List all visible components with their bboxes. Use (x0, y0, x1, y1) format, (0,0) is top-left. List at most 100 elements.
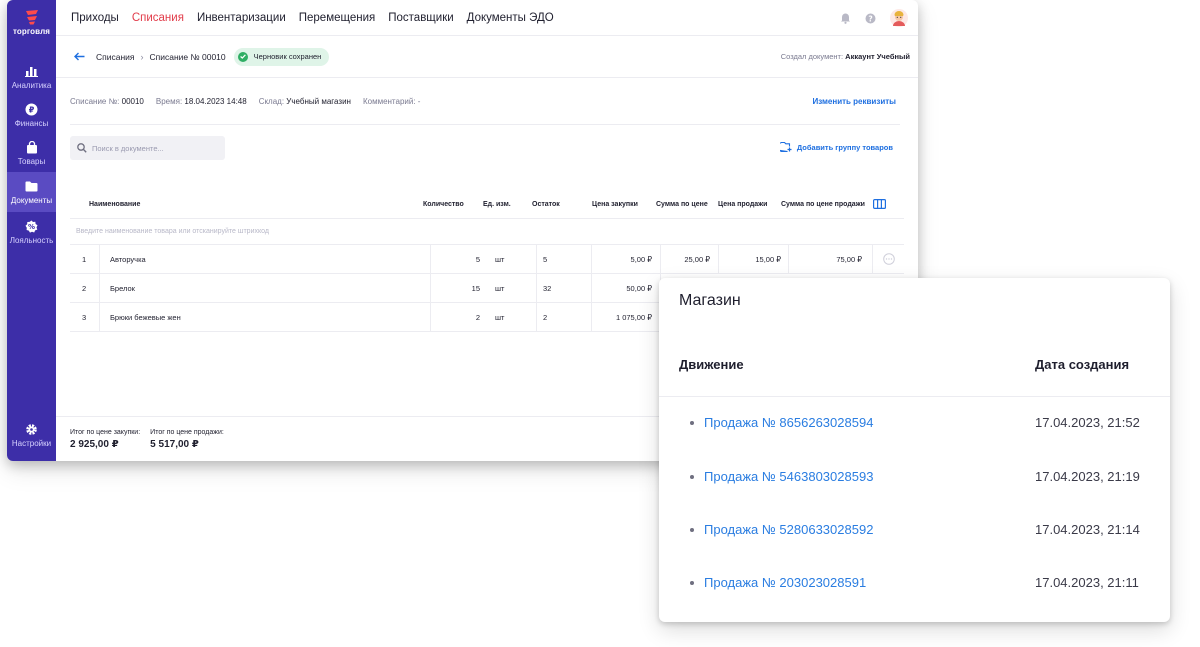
popup-table-header: Движение Дата создания (659, 357, 1170, 397)
created-date: 17.04.2023, 21:19 (1035, 469, 1140, 484)
sidebar-item-label: Документы (10, 196, 53, 205)
cell-divider (872, 245, 873, 273)
cell-divider (430, 274, 431, 302)
table-row[interactable]: 1 Авторучка 5 шт 5 5,00 ₽ 25,00 ₽ 15,00 … (70, 245, 904, 274)
bar-chart-icon (25, 64, 39, 78)
tab-suppliers[interactable]: Поставщики (388, 12, 453, 24)
cell-divider (536, 303, 537, 331)
avatar[interactable] (890, 9, 908, 27)
movement-row: Продажа № 5280633028592 17.04.2023, 21:1… (659, 522, 1170, 542)
buy-sum-cell: 25,00 ₽ (684, 254, 710, 264)
breadcrumb-current: Списание № 00010 (149, 51, 226, 62)
row-number: 2 (82, 283, 87, 293)
movement-row: Продажа № 203023028591 17.04.2023, 21:11 (659, 575, 1170, 595)
cell-divider (99, 245, 100, 273)
add-group-label: Добавить группу товаров (796, 142, 893, 152)
total-sell-value: 5 517,00 ₽ (150, 439, 199, 450)
total-sell: Итог по цене продажи: 5 517,00 ₽ (150, 429, 224, 461)
bell-icon[interactable] (840, 12, 851, 24)
col-name[interactable]: Наименование (89, 190, 140, 218)
sale-link[interactable]: Продажа № 8656263028594 (704, 415, 873, 430)
tab-edo-documents[interactable]: Документы ЭДО (467, 12, 554, 24)
edit-requisites-link[interactable]: Изменить реквизиты (812, 97, 896, 106)
requisite-label: Склад: (258, 96, 285, 106)
buy-price-cell[interactable]: 50,00 ₽ (590, 274, 652, 302)
cell-divider (430, 245, 431, 273)
chevron-right-icon: › (140, 51, 144, 62)
store-movements-popup: Магазин Движение Дата создания Продажа №… (659, 278, 1170, 622)
total-buy-label: Итог по цене закупки: (70, 429, 141, 436)
requisite-warehouse: Склад: Учебный магазин (259, 97, 351, 106)
sidebar-item-finance[interactable]: ₽ Финансы (7, 96, 56, 134)
sidebar-item-analytics[interactable]: Аналитика (7, 58, 56, 96)
row-menu-icon[interactable] (883, 245, 895, 273)
created-date: 17.04.2023, 21:52 (1035, 415, 1140, 430)
sidebar-item-settings[interactable]: Настройки (7, 413, 56, 457)
sell-sum-cell: 75,00 ₽ (836, 254, 862, 264)
requisite-value: - (417, 96, 421, 106)
col-unit[interactable]: Ед. изм. (483, 190, 511, 218)
row-number: 3 (82, 312, 87, 322)
search-box[interactable] (70, 136, 225, 160)
svg-text:₽: ₽ (29, 105, 35, 114)
sell-price-cell[interactable]: 15,00 ₽ (718, 245, 781, 273)
sidebar-item-goods[interactable]: Товары (7, 134, 56, 172)
barcode-input-row[interactable]: Введите наименование товара или отсканир… (70, 218, 904, 245)
requisite-value: 00010 (121, 96, 144, 106)
sale-link[interactable]: Продажа № 5463803028593 (704, 469, 873, 484)
sale-link[interactable]: Продажа № 5280633028592 (704, 522, 873, 537)
bullet (690, 421, 694, 425)
requisite-value: 18.04.2023 14:48 (184, 96, 247, 106)
sidebar-item-label: Товары (17, 157, 46, 166)
sidebar-item-documents[interactable]: Документы (7, 172, 56, 212)
created-date: 17.04.2023, 21:11 (1035, 575, 1139, 590)
percent-badge-icon: % (25, 219, 39, 233)
sidebar-item-loyalty[interactable]: % Лояльность (7, 212, 56, 252)
col-buy-price[interactable]: Цена закупки (592, 190, 638, 218)
quantity-cell[interactable]: 15 (465, 274, 480, 302)
search-input[interactable] (92, 143, 212, 153)
col-sell-price[interactable]: Цена продажи (718, 190, 767, 218)
sidebar-item-label: Лояльность (9, 236, 54, 245)
movement-row: Продажа № 8656263028594 17.04.2023, 21:5… (659, 415, 1170, 435)
back-arrow-icon[interactable] (70, 48, 88, 66)
help-icon[interactable]: ? (865, 13, 876, 24)
product-name: Авторучка (110, 254, 146, 264)
requisite-number: Списание №: 00010 (70, 97, 144, 106)
buy-price-cell[interactable]: 1 075,00 ₽ (590, 303, 652, 331)
tab-inventories[interactable]: Инвентаризации (197, 12, 286, 24)
buy-price-cell[interactable]: 5,00 ₽ (590, 245, 652, 273)
bag-icon (25, 140, 39, 154)
cell-divider (536, 274, 537, 302)
product-name: Брюки бежевые жен (110, 312, 181, 322)
cell-divider (536, 245, 537, 273)
cell-divider (99, 303, 100, 331)
cell-divider (430, 303, 431, 331)
requisite-time: Время: 18.04.2023 14:48 (156, 97, 247, 106)
add-folder-icon (779, 142, 792, 152)
col-buy-sum[interactable]: Сумма по цене (656, 190, 708, 218)
col-sell-sum[interactable]: Сумма по цене продажи (781, 190, 865, 218)
breadcrumb-parent[interactable]: Списания (96, 52, 135, 62)
sale-link[interactable]: Продажа № 203023028591 (704, 575, 866, 590)
bullet (690, 581, 694, 585)
unit-cell: шт (495, 283, 505, 293)
quantity-cell[interactable]: 5 (465, 245, 480, 273)
rest-cell: 5 (543, 254, 548, 264)
folder-icon (25, 179, 39, 193)
col-quantity[interactable]: Количество (423, 190, 464, 218)
creator-label: Создал документ: (780, 52, 844, 61)
top-right-controls: ? (840, 9, 908, 27)
tab-receipts[interactable]: Приходы (71, 12, 119, 24)
tab-writeoffs[interactable]: Списания (132, 12, 184, 24)
add-group-button[interactable]: Добавить группу товаров (779, 142, 893, 152)
col-rest[interactable]: Остаток (532, 190, 560, 218)
column-settings-icon[interactable] (873, 190, 886, 218)
logo[interactable]: торговля (13, 9, 50, 36)
tab-transfers[interactable]: Перемещения (299, 12, 376, 24)
popup-title: Магазин (679, 292, 741, 309)
rest-cell: 32 (543, 283, 552, 293)
requisite-label: Списание №: (70, 96, 120, 106)
quantity-cell[interactable]: 2 (465, 303, 480, 331)
requisite-label: Время: (155, 96, 183, 106)
